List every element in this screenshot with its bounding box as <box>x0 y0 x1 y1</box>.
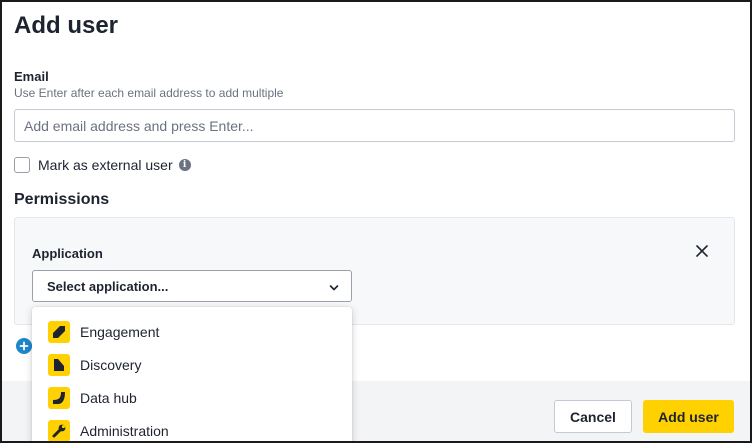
chevron-down-icon <box>329 281 339 296</box>
engagement-icon <box>48 320 70 343</box>
application-select-value: Select application... <box>47 278 169 294</box>
info-icon[interactable]: i <box>178 159 191 171</box>
option-label: Engagement <box>80 323 160 340</box>
email-label: Email <box>14 69 49 84</box>
add-user-dialog: Add user Email Use Enter after each emai… <box>0 0 752 443</box>
email-input[interactable] <box>14 109 735 142</box>
application-option-engagement[interactable]: Engagement <box>32 315 352 348</box>
application-dropdown-menu: Engagement Discovery Data hub Administra… <box>32 307 352 441</box>
close-icon[interactable] <box>694 243 710 259</box>
option-label: Data hub <box>80 389 137 406</box>
option-label: Administration <box>80 422 169 439</box>
application-option-data-hub[interactable]: Data hub <box>32 381 352 414</box>
add-user-button[interactable]: Add user <box>643 400 734 433</box>
external-user-checkbox[interactable] <box>14 157 30 173</box>
plus-circle-icon[interactable] <box>16 338 32 354</box>
application-option-administration[interactable]: Administration <box>32 414 352 441</box>
permissions-heading: Permissions <box>14 191 110 208</box>
wrench-icon <box>48 419 70 441</box>
email-help-text: Use Enter after each email address to ad… <box>14 86 284 100</box>
discovery-icon <box>48 353 70 376</box>
dialog-title: Add user <box>14 12 119 39</box>
application-option-discovery[interactable]: Discovery <box>32 348 352 381</box>
cancel-button[interactable]: Cancel <box>554 400 632 433</box>
application-label: Application <box>32 246 103 261</box>
data-hub-icon <box>48 386 70 409</box>
external-user-row: Mark as external user i <box>14 157 191 173</box>
external-user-label: Mark as external user <box>38 157 173 173</box>
application-select[interactable]: Select application... <box>32 270 352 302</box>
option-label: Discovery <box>80 356 142 373</box>
